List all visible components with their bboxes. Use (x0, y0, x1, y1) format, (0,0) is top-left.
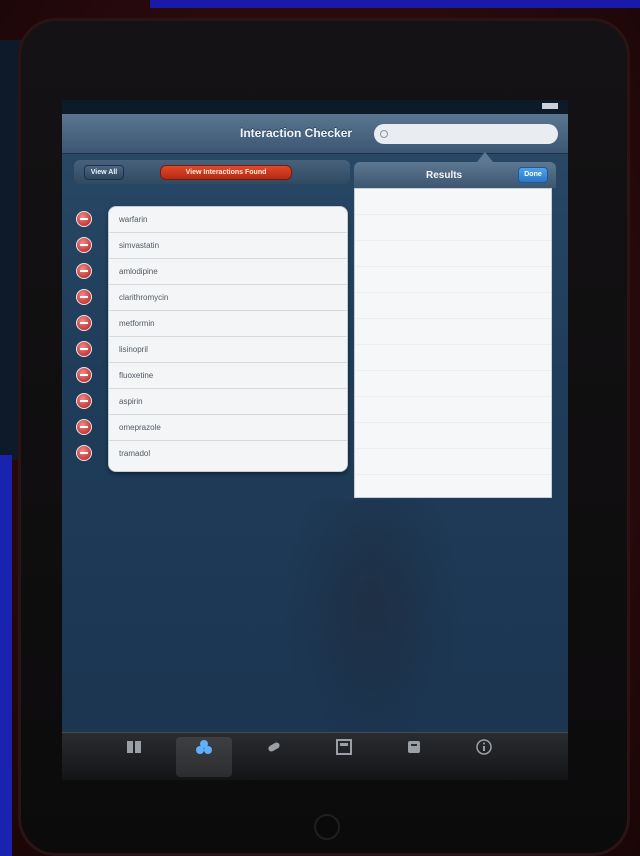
search-icon (380, 130, 388, 138)
tab-pills[interactable] (246, 737, 302, 777)
list-item[interactable]: lisinopril (109, 337, 347, 363)
results-row (355, 241, 551, 267)
news-icon (408, 741, 420, 753)
tab-info[interactable] (456, 737, 512, 777)
tab-bar (62, 732, 568, 780)
tab-calculators[interactable] (316, 737, 372, 777)
results-row (355, 293, 551, 319)
home-button[interactable] (314, 814, 340, 840)
list-item[interactable]: aspirin (109, 389, 347, 415)
book-icon (127, 741, 141, 753)
results-row (355, 397, 551, 423)
delete-icon[interactable] (76, 341, 92, 357)
results-row (355, 371, 551, 397)
tab-interactions[interactable] (176, 737, 232, 777)
pill-icon (268, 742, 280, 752)
delete-icon[interactable] (76, 419, 92, 435)
view-all-button[interactable]: View All (84, 165, 124, 180)
results-row (355, 319, 551, 345)
list-item[interactable]: warfarin (109, 207, 347, 233)
list-item[interactable]: clarithromycin (109, 285, 347, 311)
results-row (355, 189, 551, 215)
list-item[interactable]: fluoxetine (109, 363, 347, 389)
list-item[interactable]: simvastatin (109, 233, 347, 259)
list-item[interactable]: tramadol (109, 441, 347, 467)
info-icon (476, 739, 492, 755)
list-item[interactable]: metformin (109, 311, 347, 337)
delete-icon[interactable] (76, 367, 92, 383)
results-row (355, 449, 551, 475)
delete-icon[interactable] (76, 263, 92, 279)
done-button[interactable]: Done (518, 167, 548, 183)
calculator-icon (336, 739, 352, 755)
page-title: Interaction Checker (240, 126, 353, 140)
list-item[interactable]: omeprazole (109, 415, 347, 441)
results-header: Results Done (354, 162, 556, 188)
search-input[interactable] (374, 124, 558, 144)
navigation-bar: Interaction Checker (62, 114, 568, 154)
delete-icon[interactable] (76, 237, 92, 253)
battery-icon (542, 103, 558, 109)
screen-reflection (282, 500, 462, 760)
popover-caret (477, 152, 493, 162)
interactions-icon (196, 740, 212, 754)
tab-reference[interactable] (106, 737, 162, 777)
photo-blue-edge-top (150, 0, 640, 8)
results-title: Results (426, 170, 463, 181)
delete-icon[interactable] (76, 315, 92, 331)
status-bar (62, 100, 568, 114)
photo-blue-edge-left (0, 455, 12, 856)
view-interactions-button[interactable]: View Interactions Found (160, 165, 292, 180)
delete-controls (76, 206, 94, 472)
results-row (355, 267, 551, 293)
battery-indicator (542, 103, 558, 111)
delete-icon[interactable] (76, 393, 92, 409)
results-row (355, 423, 551, 449)
results-row (355, 345, 551, 371)
app-screen: Interaction Checker View All View Intera… (62, 100, 568, 780)
drug-list: warfarin simvastatin amlodipine clarithr… (108, 206, 348, 472)
delete-icon[interactable] (76, 445, 92, 461)
results-row (355, 215, 551, 241)
list-item[interactable]: amlodipine (109, 259, 347, 285)
list-toolbar: View All View Interactions Found (74, 160, 350, 184)
results-panel (354, 188, 552, 498)
delete-icon[interactable] (76, 289, 92, 305)
delete-icon[interactable] (76, 211, 92, 227)
tab-news[interactable] (386, 737, 442, 777)
